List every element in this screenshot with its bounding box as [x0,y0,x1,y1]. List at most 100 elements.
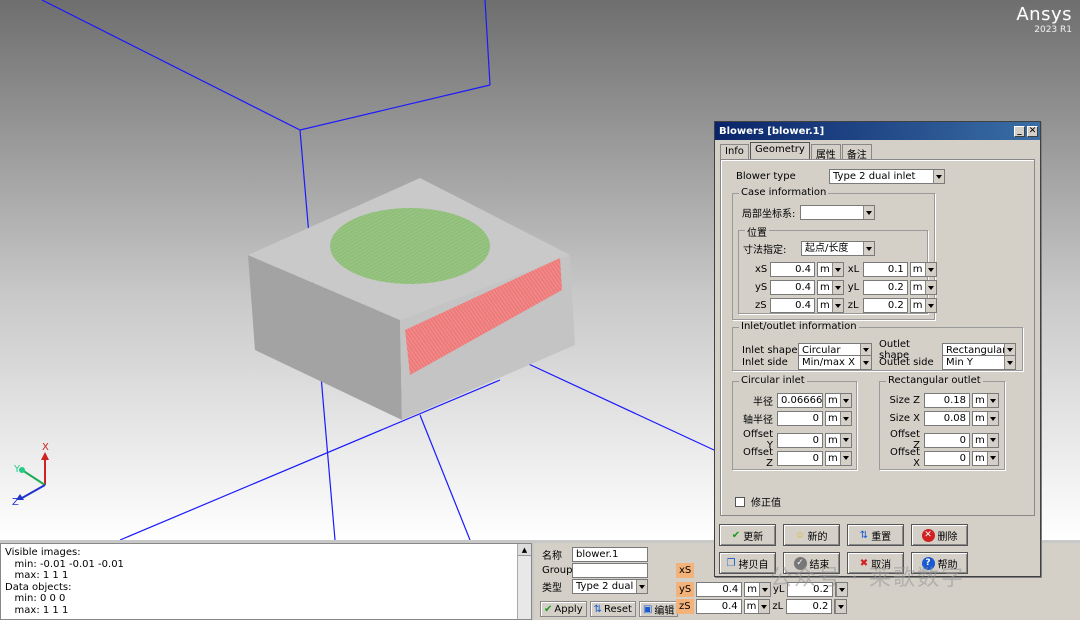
scroll-up-icon[interactable]: ▲ [518,544,531,556]
chevron-down-icon[interactable] [924,263,936,276]
minimize-icon[interactable]: _ [1014,125,1025,137]
zl-field[interactable]: 0.2 [862,298,908,313]
yl-unit-select[interactable]: m [909,280,937,295]
zl-field[interactable]: 0.2 [786,599,833,614]
local-coord-select[interactable] [800,205,875,220]
offset-z-unit-select[interactable]: m [825,450,852,466]
xs-unit-select[interactable]: m [817,262,844,277]
reset-dialog-button[interactable]: ⇅ 重置 [847,524,904,546]
update-label: 更新 [743,531,764,543]
reset-button[interactable]: ⇅ Reset [589,601,636,617]
chevron-down-icon[interactable] [860,356,871,369]
size-spec-select[interactable]: 起点/长度 [801,241,875,256]
message-line: min: 0 0 0 [5,593,66,605]
ys-field[interactable]: 0.4 [696,582,743,597]
modify-checkbox[interactable] [735,496,745,507]
done-button[interactable]: ✓ 结束 [783,552,840,574]
message-line: Data objects: [5,581,72,593]
zs-field[interactable]: 0.4 [770,298,815,313]
chevron-down-icon[interactable] [986,433,998,447]
offset-y-field[interactable]: 0 [777,432,823,448]
axis-radius-unit-select[interactable]: m [825,411,852,426]
offset-z-field[interactable]: 0 [777,450,823,466]
yl-field[interactable]: 0.2 [862,280,908,295]
name-field[interactable]: blower.1 [572,547,648,562]
size-x-unit-select[interactable]: m [972,411,999,426]
message-window[interactable]: Visible images: min: -0.01 -0.01 -0.01 m… [0,543,532,620]
axis-radius-field[interactable]: 0 [777,411,823,426]
ys-label: yS [676,582,695,597]
edit-button[interactable]: ▣ 编辑 [638,601,679,617]
chevron-down-icon[interactable] [839,433,851,447]
apply-button[interactable]: ✔ Apply [540,601,587,617]
chevron-down-icon[interactable] [1004,356,1015,369]
zl-unit-select[interactable]: m [909,298,937,313]
size-z-field[interactable]: 0.18 [924,393,970,408]
tab-info[interactable]: Info [720,144,749,159]
circular-inlet-face [330,208,490,284]
outlet-side-select[interactable]: Min Y [942,355,1016,370]
xl-field[interactable]: 0.1 [862,262,908,277]
copy-from-button[interactable]: ❐ 拷贝自 [719,552,776,574]
dialog-titlebar[interactable]: Blowers [blower.1] _ ✕ [715,122,1040,140]
chevron-down-icon[interactable] [986,394,998,407]
chevron-down-icon[interactable] [924,299,936,312]
chevron-down-icon[interactable] [831,281,843,294]
tab-notes[interactable]: 备注 [841,144,872,161]
new-label: 新的 [807,531,828,543]
radius-unit-select[interactable]: m [825,393,852,408]
chevron-down-icon[interactable] [839,412,851,425]
chevron-down-icon[interactable] [636,580,647,593]
size-z-label: Size Z [889,395,920,406]
rect-offset-z-unit-select[interactable]: m [972,432,999,448]
message-scrollbar[interactable]: ▲ [517,544,531,619]
tab-properties[interactable]: 属性 [810,144,841,161]
chevron-down-icon[interactable] [863,206,874,219]
zs-unit-select[interactable]: m [743,599,771,614]
ys-unit-select[interactable]: m [744,582,772,597]
chevron-down-icon[interactable] [986,451,998,465]
rect-offset-x-field[interactable]: 0 [924,450,970,466]
zs-unit-select[interactable]: m [817,298,844,313]
yl-unit-select[interactable] [835,582,849,597]
chevron-down-icon[interactable] [924,281,936,294]
size-x-field[interactable]: 0.08 [924,411,970,426]
chevron-down-icon[interactable] [831,263,843,276]
xs-field[interactable]: 0.4 [770,262,815,277]
chevron-down-icon[interactable] [835,600,847,613]
chevron-down-icon[interactable] [863,242,874,255]
zl-unit-select[interactable] [834,599,848,614]
new-button[interactable]: ☆ 新的 [783,524,840,546]
rect-offset-z-field[interactable]: 0 [924,432,970,448]
help-button[interactable]: ? 帮助 [911,552,968,574]
chevron-down-icon[interactable] [986,412,998,425]
cancel-button[interactable]: ✖ 取消 [847,552,904,574]
chevron-down-icon[interactable] [758,600,770,613]
blower-type-select[interactable]: Type 2 dual inlet [829,169,945,184]
chevron-down-icon[interactable] [933,170,944,183]
chevron-down-icon[interactable] [831,299,843,312]
chevron-down-icon[interactable] [759,583,771,596]
tab-geometry[interactable]: Geometry [749,142,810,159]
ys-field[interactable]: 0.4 [770,280,815,295]
offset-y-unit-select[interactable]: m [825,432,852,448]
radius-field[interactable]: 0.066666€ [777,393,823,408]
zs-field[interactable]: 0.4 [695,599,742,614]
update-button[interactable]: ✔ 更新 [719,524,776,546]
yl-field[interactable]: 0.2 [787,582,834,597]
rect-offset-x-unit-select[interactable]: m [972,450,999,466]
inlet-side-select[interactable]: Min/max X [798,355,872,370]
group-field[interactable] [572,563,648,578]
chevron-down-icon[interactable] [836,583,848,596]
close-icon[interactable]: ✕ [1027,125,1038,137]
delete-button[interactable]: ✕ 删除 [911,524,968,546]
unit-value: m [975,452,985,464]
xl-unit-select[interactable]: m [909,262,937,277]
size-z-unit-select[interactable]: m [972,393,999,408]
unit-value: m [746,601,757,612]
ys-unit-select[interactable]: m [817,280,844,295]
type-select[interactable]: Type 2 dual inl [572,579,648,594]
chevron-down-icon[interactable] [839,451,851,465]
chevron-down-icon[interactable] [839,394,851,407]
case-info-group: Case information 局部坐标系: 位置 寸法指定: 起点/长度 x… [732,187,937,320]
